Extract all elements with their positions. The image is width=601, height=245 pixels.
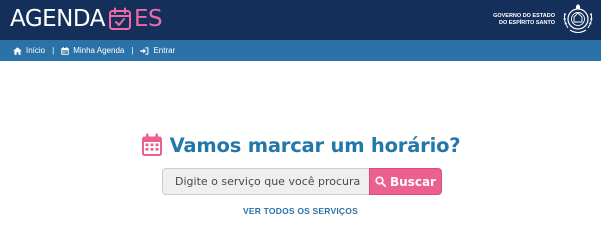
calendar-icon	[61, 46, 69, 55]
nav-label-minha-agenda: Minha Agenda	[73, 46, 125, 55]
state-crest-icon	[563, 4, 593, 34]
nav-item-entrar[interactable]: Entrar	[140, 46, 175, 55]
title-text: Vamos marcar um horário?	[169, 133, 461, 157]
nav-separator: |	[131, 46, 134, 55]
nav-label-inicio: Início	[26, 46, 46, 55]
search-input[interactable]	[162, 168, 369, 195]
navigation-bar: Início | Minha Agenda | Entrar	[0, 40, 601, 61]
logo-calendar-icon	[108, 7, 132, 31]
government-brand[interactable]: GOVERNO DO ESTADO DO ESPÍRITO SANTO	[493, 3, 595, 37]
agenda-es-logo[interactable]: AGENDA ES	[10, 4, 163, 34]
sign-in-icon	[140, 46, 149, 55]
home-icon	[13, 46, 22, 55]
calendar-icon	[141, 133, 162, 156]
search-button[interactable]: Buscar	[369, 168, 442, 195]
all-services-link[interactable]: VER TODOS OS SERVIÇOS	[0, 206, 601, 216]
logo-text-right: ES	[133, 6, 163, 32]
page-title: Vamos marcar um horário?	[0, 133, 601, 157]
service-search: Buscar	[162, 168, 442, 195]
search-icon	[375, 176, 387, 187]
nav-item-inicio[interactable]: Início	[13, 46, 45, 55]
nav-separator: |	[52, 46, 55, 55]
gov-line-2: DO ESPÍRITO SANTO	[498, 20, 555, 26]
government-name: GOVERNO DO ESTADO DO ESPÍRITO SANTO	[493, 13, 555, 27]
nav-item-minha-agenda[interactable]: Minha Agenda	[61, 46, 124, 55]
logo-text-left: AGENDA	[10, 6, 105, 32]
gov-line-1: GOVERNO DO ESTADO	[493, 13, 555, 19]
search-button-label: Buscar	[390, 174, 436, 189]
top-header: AGENDA ES GOVERNO DO ESTADO DO ESPÍRITO …	[0, 0, 601, 40]
nav-label-entrar: Entrar	[153, 46, 176, 55]
